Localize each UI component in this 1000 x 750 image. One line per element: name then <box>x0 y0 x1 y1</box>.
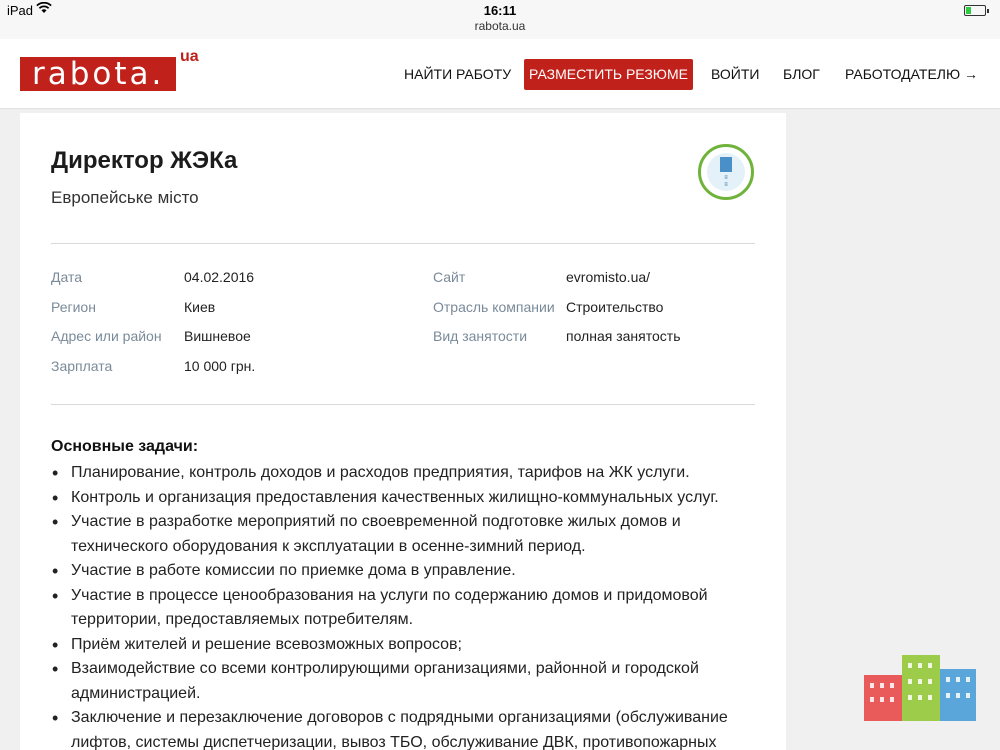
url-text[interactable]: rabota.ua <box>475 19 526 33</box>
logo-suffix: ua <box>180 48 199 65</box>
nav-login[interactable]: ВОЙТИ <box>711 59 759 90</box>
industry-label: Отрасль компании <box>433 299 555 315</box>
vacancy-title: Директор ЖЭКа <box>51 147 238 174</box>
nav-blog[interactable]: БЛОГ <box>783 59 820 90</box>
building-icon <box>720 157 732 172</box>
list-item: Планирование, контроль доходов и расходо… <box>51 461 771 486</box>
battery-icon <box>964 5 989 16</box>
status-bar: iPad 16:11 <box>0 0 1000 20</box>
employment-label: Вид занятости <box>433 328 528 344</box>
tasks-list: Планирование, контроль доходов и расходо… <box>51 461 771 750</box>
watermark-building <box>864 675 902 721</box>
address-label: Адрес или район <box>51 328 162 344</box>
watermark-building <box>902 655 940 721</box>
nav-find-job[interactable]: НАЙТИ РАБОТУ <box>404 59 511 90</box>
list-item: Взаимодействие со всеми контролирующими … <box>51 657 771 706</box>
employment-value: полная занятость <box>566 328 681 344</box>
vacancy-card: Директор ЖЭКа Европейське місто ≡ ≡ Дата … <box>20 113 786 750</box>
site-label: Сайт <box>433 269 466 285</box>
logo-text: rabota. <box>32 56 165 92</box>
post-resume-button[interactable]: РАЗМЕСТИТЬ РЕЗЮМЕ <box>524 59 693 90</box>
region-label: Регион <box>51 299 96 315</box>
date-label: Дата <box>51 269 83 285</box>
salary-label: Зарплата <box>51 358 113 374</box>
region-value: Киев <box>184 299 216 315</box>
list-item: Приём жителей и решение всевозможных воп… <box>51 633 771 658</box>
list-item: Контроль и организация предоставления ка… <box>51 486 771 511</box>
list-item: Заключение и перезаключение договоров с … <box>51 706 771 750</box>
status-time: 16:11 <box>483 3 517 18</box>
list-item: Участие в работе комиссии по приемке дом… <box>51 559 771 584</box>
company-logo-icon[interactable]: ≡ ≡ <box>698 144 754 200</box>
address-bar[interactable]: rabota.ua <box>0 19 1000 39</box>
site-link[interactable]: evromisto.ua/ <box>566 269 650 285</box>
tasks-heading: Основные задачи: <box>51 438 199 455</box>
divider <box>51 404 755 405</box>
site-logo[interactable]: rabota. <box>20 57 176 91</box>
site-header: rabota. ua НАЙТИ РАБОТУ РАЗМЕСТИТЬ РЕЗЮМ… <box>0 39 1000 109</box>
company-logo-inner: ≡ ≡ <box>707 153 745 191</box>
list-item: Участие в разработке мероприятий по свое… <box>51 510 771 559</box>
watermark-building <box>940 669 976 721</box>
company-name[interactable]: Европейське місто <box>51 188 199 208</box>
date-value: 04.02.2016 <box>184 269 255 285</box>
battery-fill <box>966 7 971 14</box>
address-value: Вишневое <box>184 328 251 344</box>
industry-value: Строительство <box>566 299 664 315</box>
divider <box>51 243 755 244</box>
list-item: Участие в процессе ценообразования на ус… <box>51 584 771 633</box>
salary-value: 10 000 грн. <box>184 358 256 374</box>
company-logo-mark: ≡ ≡ <box>724 175 728 188</box>
nav-employer[interactable]: РАБОТОДАТЕЛЮ → <box>845 59 978 90</box>
watermark <box>864 640 980 745</box>
